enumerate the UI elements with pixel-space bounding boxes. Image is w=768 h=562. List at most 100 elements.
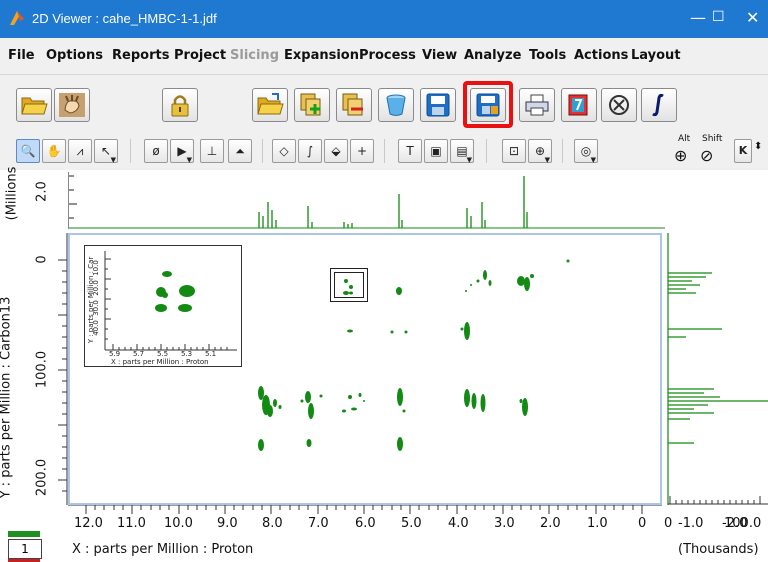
text-tool-button[interactable]: T (398, 139, 422, 163)
menu-file[interactable]: File (8, 48, 35, 63)
eraser-tool-button[interactable]: ⬙ (324, 139, 348, 163)
menu-actions[interactable]: Actions (574, 48, 628, 63)
dropdown-arrow-icon: ▼ (466, 156, 472, 164)
move-tool-button[interactable]: ⊕ ▼ (528, 139, 552, 164)
x-tick-label: 2.0 (540, 516, 561, 531)
toolbar-separator (486, 139, 487, 163)
right-spectrum-tick: 0 (664, 516, 673, 531)
peak-pick-tool-button[interactable]: ⏶ (228, 139, 252, 163)
x-tick-label: 8.0 (262, 516, 283, 531)
integral-button[interactable] (641, 88, 677, 122)
menu-analyze[interactable]: Analyze (464, 48, 521, 63)
right-spectrum-trace (667, 233, 768, 505)
dot-box-icon: ⊡ (508, 144, 520, 158)
save-button[interactable] (420, 88, 456, 122)
add-document-icon (300, 93, 321, 116)
remove-document-button[interactable] (336, 88, 372, 122)
x-tick-label: 9.0 (217, 516, 238, 531)
y-tick-label: 200.0 (34, 458, 50, 497)
menu-project[interactable]: Project (174, 48, 226, 63)
shift-dial-icon[interactable]: ⊘ (700, 146, 713, 165)
x-tick-label: 1.0 (587, 516, 608, 531)
inset-y-tick: 20.0 (91, 280, 100, 296)
diamond-tool-button[interactable]: ◇ (272, 139, 296, 163)
script-button[interactable] (561, 88, 597, 122)
page-number-box[interactable]: 1 (8, 539, 42, 559)
y-axis-ruler (58, 233, 68, 505)
y-axis-label: Y : parts per Million : Carbon13 (0, 296, 14, 499)
dropdown-arrow-icon: ▼ (186, 156, 192, 164)
inset-x-tick: 5.9 (109, 350, 121, 358)
x-tick-label: -1.0 (678, 516, 704, 531)
settings-tool-button[interactable]: ◎ ▼ (574, 139, 598, 164)
cursor-tool-button[interactable]: ▶ ▼ (170, 139, 194, 164)
menu-tools[interactable]: Tools (529, 48, 566, 63)
right-spectrum-unit: (Thousands) (678, 542, 759, 557)
minimize-button[interactable]: — (690, 8, 706, 27)
inset-expansion-plot[interactable]: Y : parts per Million : Car 10.0 20.0 30… (84, 245, 242, 367)
inset-x-axis-label: X : parts per Million : Proton (111, 358, 209, 366)
peak-tool-button[interactable]: ⩘ (68, 139, 92, 163)
title-bar: 2D Viewer : cahe_HMBC-1-1.jdf — ☐ ✕ (0, 0, 768, 38)
toolbar-separator (384, 139, 385, 163)
y-tick-label: 100.0 (34, 350, 50, 389)
frame-tool-button[interactable]: ▤ ▼ (450, 139, 474, 164)
close-button[interactable]: ✕ (746, 8, 759, 27)
baseline-tool-button[interactable]: ⊥ (200, 139, 224, 163)
hand-pointer-icon (59, 93, 85, 117)
print-button[interactable] (519, 88, 555, 122)
menu-view[interactable]: View (422, 48, 457, 63)
toolbar-separator (130, 139, 131, 163)
menu-layout[interactable]: Layout (631, 48, 681, 63)
script-icon (568, 94, 588, 116)
stop-icon (609, 95, 629, 115)
dropdown-arrow-icon: ▼ (544, 156, 550, 164)
x-tick-label: 5.0 (401, 516, 422, 531)
text-icon: T (406, 144, 414, 158)
open-project-button[interactable] (252, 88, 288, 122)
x-tick-label: 10.0 (164, 516, 193, 531)
crosshair-tool-button[interactable]: + (350, 139, 374, 163)
zoom-tool-button[interactable]: 🔍 (16, 139, 40, 163)
menu-options[interactable]: Options (46, 48, 103, 63)
plus-icon: + (356, 144, 368, 158)
x-axis-label: X : parts per Million : Proton (72, 542, 254, 557)
clear-button[interactable] (378, 88, 414, 122)
print-icon (525, 94, 549, 116)
menu-reports[interactable]: Reports (112, 48, 169, 63)
phase-tool-button[interactable]: ø (144, 139, 168, 163)
scroll-arrows-icon[interactable]: ⬍ (754, 141, 762, 152)
pointer-tool-button[interactable]: ↖ ▼ (94, 139, 118, 164)
lock-button[interactable] (162, 88, 198, 122)
alt-crosshair-icon[interactable]: ⊕ (674, 146, 687, 165)
x-tick-label: 12.0 (74, 516, 103, 531)
menu-process[interactable]: Process (359, 48, 416, 63)
peak-shape-icon: ⩘ (76, 144, 84, 158)
center-tool-button[interactable]: ⊡ (502, 139, 526, 163)
y-tick-label: 0 (34, 255, 50, 264)
peak-pick-icon: ⏶ (235, 144, 245, 158)
inset-contours (104, 251, 237, 351)
add-document-button[interactable] (294, 88, 330, 122)
inset-x-tick: 5.1 (205, 350, 217, 358)
open-button[interactable] (16, 88, 52, 122)
menu-expansion[interactable]: Expansion (284, 48, 359, 63)
inset-x-tick: 5.5 (157, 350, 169, 358)
app-icon (10, 11, 24, 25)
k-button[interactable]: K (734, 139, 752, 163)
inset-y-tick: 10.0 (91, 260, 100, 276)
menu-slicing: Slicing (230, 48, 279, 63)
dropdown-arrow-icon: ▼ (110, 156, 116, 164)
integral-tool-button[interactable]: ∫ (298, 139, 322, 163)
zoom-region-inner[interactable] (334, 272, 364, 298)
hand-button[interactable] (54, 88, 90, 122)
image-tool-button[interactable]: ▣ (424, 139, 448, 163)
open-folder-icon (21, 97, 48, 115)
pan-tool-button[interactable]: ✋ (42, 139, 66, 163)
magnifier-icon: 🔍 (20, 144, 36, 158)
maximize-button[interactable]: ☐ (712, 9, 725, 25)
active-indicator (8, 531, 40, 537)
phi-icon: ø (152, 144, 160, 158)
inset-x-tick: 5.7 (133, 350, 145, 358)
stop-button[interactable] (601, 88, 637, 122)
